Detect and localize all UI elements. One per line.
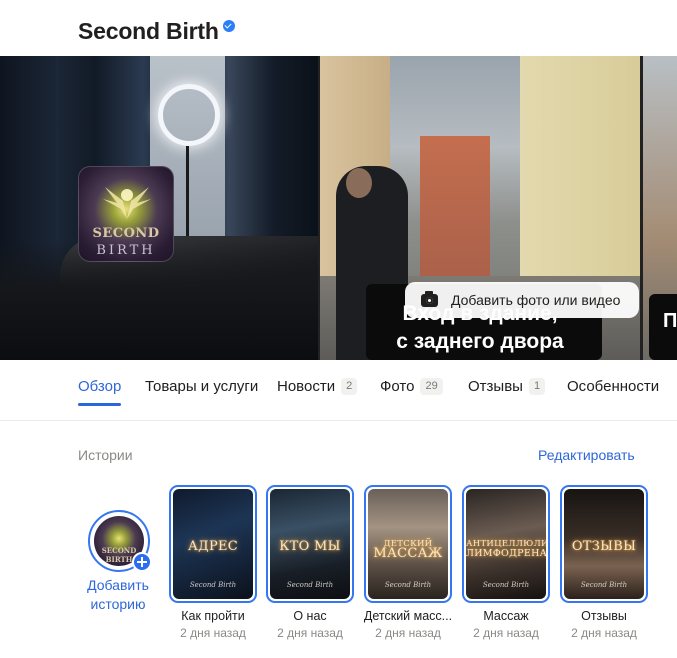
page-title: Second Birth xyxy=(78,18,219,44)
story-thumbnail: ОТЗЫВЫ Second Birth xyxy=(564,489,644,599)
tab-photos[interactable]: Фото 29 xyxy=(380,378,443,395)
tab-label: Товары и услуги xyxy=(145,378,259,395)
story-brand-watermark: Second Birth xyxy=(286,581,334,589)
business-avatar[interactable]: SECOND BIRTH xyxy=(78,166,174,262)
story-thumbnail: ДЕТСКИЙ МАССАЖ Second Birth xyxy=(368,489,448,599)
count-badge: 2 xyxy=(341,378,358,395)
add-photo-button[interactable]: Добавить фото или видео xyxy=(405,282,639,318)
camera-icon xyxy=(421,290,438,307)
story-thumb-text: КТО МЫ xyxy=(279,539,341,554)
story-title: О нас xyxy=(293,609,327,623)
add-photo-label: Добавить фото или видео xyxy=(451,292,621,308)
count-badge: 1 xyxy=(528,378,546,395)
story-brand-watermark: Second Birth xyxy=(482,581,530,589)
tab-label: Особенности xyxy=(567,378,660,395)
story-title: Как пройти xyxy=(181,609,245,623)
active-tab-indicator xyxy=(78,403,121,406)
title-wrap: Second Birth xyxy=(78,18,235,45)
story-time: 2 дня назад xyxy=(180,626,246,640)
plus-icon xyxy=(132,552,152,572)
story-card: ОТЗЫВЫ Second Birth xyxy=(560,485,648,603)
story-thumb-text: ОТЗЫВЫ xyxy=(571,539,637,554)
story-thumbnail: АНТИЦЕЛЛЮЛИТ ЛИМФОДРЕНАЖ Second Birth xyxy=(466,489,546,599)
story-card: АНТИЦЕЛЛЮЛИТ ЛИМФОДРЕНАЖ Second Birth xyxy=(462,485,550,603)
story-card: АДРЕС Second Birth xyxy=(169,485,257,603)
count-badge: 29 xyxy=(420,378,443,395)
tab-bar: Обзор Товары и услуги Новости 2 Фото 29 … xyxy=(0,360,677,421)
avatar-logo-line-2: BIRTH xyxy=(96,243,156,258)
story-brand-watermark: Second Birth xyxy=(580,581,628,589)
tab-news[interactable]: Новости 2 xyxy=(277,378,358,395)
story-card: КТО МЫ Second Birth xyxy=(266,485,354,603)
tab-features[interactable]: Особенности xyxy=(567,378,659,395)
tab-label: Фото xyxy=(380,378,415,395)
add-story-label: Добавить историю xyxy=(87,577,149,612)
story-title: Массаж xyxy=(483,609,529,623)
story-thumbnail: АДРЕС Second Birth xyxy=(173,489,253,599)
tab-reviews[interactable]: Отзывы 1 xyxy=(468,378,546,395)
photo-building-mid xyxy=(420,136,490,286)
story-brand-watermark: Second Birth xyxy=(189,581,237,589)
avatar-logo-line-1: SECOND xyxy=(92,226,160,241)
verified-check-icon xyxy=(222,19,235,32)
tab-overview[interactable]: Обзор xyxy=(78,378,121,395)
story-title: Отзывы xyxy=(581,609,627,623)
stories-section-label: Истории xyxy=(78,447,133,463)
wings-logo-icon xyxy=(103,187,151,219)
story-brand-watermark: Second Birth xyxy=(384,581,432,589)
tab-label: Обзор xyxy=(78,378,122,395)
tab-label: Отзывы xyxy=(468,378,523,395)
header: Second Birth xyxy=(0,0,677,56)
partial-caption-text: П xyxy=(663,310,677,332)
story-card: ДЕТСКИЙ МАССАЖ Second Birth xyxy=(364,485,452,603)
tab-label: Новости xyxy=(277,378,336,395)
photo-person-head xyxy=(346,168,372,198)
story-time: 2 дня назад xyxy=(473,626,539,640)
story-thumbnail: КТО МЫ Second Birth xyxy=(270,489,350,599)
story-title: Детский масс... xyxy=(363,609,453,623)
story-thumb-text: ДЕТСКИЙ МАССАЖ xyxy=(373,539,443,561)
video-caption-line-2: с заднего двора xyxy=(396,330,564,353)
ring-light xyxy=(158,84,220,146)
story-thumb-text: АДРЕС xyxy=(187,539,239,554)
story-time: 2 дня назад xyxy=(375,626,441,640)
story-thumb-text: АНТИЦЕЛЛЮЛИТ ЛИМФОДРЕНАЖ xyxy=(466,539,546,559)
gallery-photo-partial[interactable]: П xyxy=(643,56,677,360)
tab-goods-services[interactable]: Товары и услуги xyxy=(145,378,258,395)
edit-stories-link[interactable]: Редактировать xyxy=(538,447,635,463)
story-time: 2 дня назад xyxy=(571,626,637,640)
story-time: 2 дня назад xyxy=(277,626,343,640)
